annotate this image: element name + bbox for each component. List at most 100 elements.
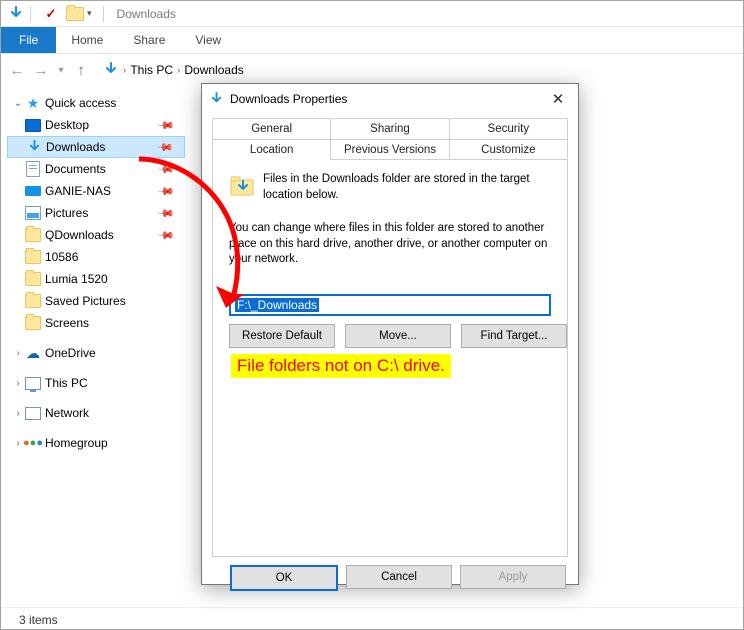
tab-sharing[interactable]: Sharing: [331, 118, 449, 139]
nav-back-icon[interactable]: ←: [5, 58, 29, 82]
pin-icon: 📌: [156, 138, 175, 157]
qat-download-icon: [7, 5, 25, 23]
tree-label: QDownloads: [45, 228, 114, 242]
location-desc-2: You can change where files in this folde…: [229, 221, 551, 268]
ribbon-tab-share[interactable]: Share: [118, 27, 180, 53]
nav-up-icon[interactable]: ↑: [69, 58, 93, 82]
folder-icon: [25, 227, 41, 243]
tree-item-ganie-nas[interactable]: GANIE-NAS 📌: [7, 180, 185, 202]
restore-default-button[interactable]: Restore Default: [229, 324, 335, 348]
tree-item-downloads[interactable]: Downloads 📌: [7, 136, 185, 158]
tab-customize[interactable]: Customize: [450, 139, 568, 160]
ribbon-tab-view[interactable]: View: [180, 27, 236, 53]
tree-label: This PC: [45, 376, 88, 390]
dialog-titlebar[interactable]: Downloads Properties ✕: [202, 84, 578, 114]
pin-icon: 📌: [157, 204, 176, 223]
tree-item-10586[interactable]: 10586: [7, 246, 185, 268]
folder-icon: [25, 249, 41, 265]
qat-dropdown-icon[interactable]: ▾: [87, 8, 92, 19]
folder-icon: [25, 315, 41, 331]
star-icon: ★: [25, 95, 41, 111]
tree-label: OneDrive: [45, 346, 96, 360]
find-target-button[interactable]: Find Target...: [461, 324, 567, 348]
tree-quick-access[interactable]: ⌄ ★ Quick access: [7, 92, 185, 114]
chevron-right-icon[interactable]: ›: [123, 65, 126, 76]
separator: [103, 6, 104, 22]
properties-dialog: Downloads Properties ✕ General Sharing S…: [201, 83, 579, 585]
tab-security[interactable]: Security: [450, 118, 568, 139]
separator: [30, 6, 31, 22]
pin-icon: 📌: [157, 226, 176, 245]
tab-body: Files in the Downloads folder are stored…: [212, 159, 568, 557]
tree-item-pictures[interactable]: Pictures 📌: [7, 202, 185, 224]
cancel-button[interactable]: Cancel: [346, 565, 452, 589]
nas-icon: [25, 183, 41, 199]
dialog-footer: OK Cancel Apply: [202, 557, 578, 599]
breadcrumb-downloads[interactable]: Downloads: [184, 63, 243, 77]
tree-label: Network: [45, 406, 89, 420]
expand-icon[interactable]: ›: [11, 408, 25, 419]
expand-icon[interactable]: ›: [11, 348, 25, 359]
download-folder-icon: [229, 172, 257, 200]
folder-icon: [25, 271, 41, 287]
pin-icon: 📌: [157, 116, 176, 135]
tree-item-screens[interactable]: Screens: [7, 312, 185, 334]
pictures-icon: [25, 205, 41, 221]
tree-label: Quick access: [45, 96, 116, 110]
nav-row: ← → ▾ ↑ › This PC › Downloads: [1, 54, 743, 86]
tree-item-desktop[interactable]: Desktop 📌: [7, 114, 185, 136]
tab-previous-versions[interactable]: Previous Versions: [331, 139, 449, 160]
expand-icon[interactable]: ›: [11, 378, 25, 389]
annotation-note: File folders not on C:\ drive.: [231, 354, 451, 378]
onedrive-icon: ☁: [25, 345, 41, 361]
pc-icon: [25, 375, 41, 391]
download-icon: [208, 91, 224, 107]
tree-label: Pictures: [45, 206, 88, 220]
location-desc-1: Files in the Downloads folder are stored…: [263, 172, 551, 203]
network-icon: [25, 405, 41, 421]
tree-label: Desktop: [45, 118, 89, 132]
tree-network[interactable]: › Network: [7, 402, 185, 424]
chevron-right-icon[interactable]: ›: [177, 65, 180, 76]
qat-folder-icon[interactable]: [66, 5, 84, 23]
ribbon-tab-home[interactable]: Home: [56, 27, 118, 53]
qat-properties-icon[interactable]: ✓: [42, 5, 60, 23]
status-bar: 3 items: [1, 607, 743, 630]
location-path-input[interactable]: F:\_Downloads: [229, 294, 551, 316]
dialog-title: Downloads Properties: [230, 92, 544, 106]
nav-forward-icon: →: [29, 58, 53, 82]
tree-label: Lumia 1520: [45, 272, 108, 286]
tab-general[interactable]: General: [212, 118, 331, 139]
pin-icon: 📌: [157, 160, 176, 179]
apply-button[interactable]: Apply: [460, 565, 566, 589]
tree-label: 10586: [45, 250, 78, 264]
move-button[interactable]: Move...: [345, 324, 451, 348]
download-icon: [26, 139, 42, 155]
location-icon: [103, 62, 119, 78]
tree-this-pc[interactable]: › This PC: [7, 372, 185, 394]
tree-label: Documents: [45, 162, 106, 176]
tree-item-saved-pictures[interactable]: Saved Pictures: [7, 290, 185, 312]
tree-item-qdownloads[interactable]: QDownloads 📌: [7, 224, 185, 246]
tree-onedrive[interactable]: › ☁ OneDrive: [7, 342, 185, 364]
nav-tree: ⌄ ★ Quick access Desktop 📌 Downloads 📌 D…: [1, 86, 185, 607]
file-tab[interactable]: File: [1, 27, 56, 53]
nav-history-icon[interactable]: ▾: [53, 58, 69, 82]
homegroup-icon: ●●●: [25, 435, 41, 451]
tree-label: GANIE-NAS: [45, 184, 111, 198]
dialog-tabs: General Sharing Security Location Previo…: [212, 118, 568, 557]
tree-label: Homegroup: [45, 436, 108, 450]
window-title: Downloads: [117, 7, 176, 21]
close-icon[interactable]: ✕: [544, 90, 572, 108]
breadcrumb-this-pc[interactable]: This PC: [130, 63, 173, 77]
tree-homegroup[interactable]: › ●●● Homegroup: [7, 432, 185, 454]
tree-item-documents[interactable]: Documents 📌: [7, 158, 185, 180]
tab-location[interactable]: Location: [212, 139, 331, 160]
expand-icon[interactable]: ⌄: [11, 98, 25, 109]
document-icon: [25, 161, 41, 177]
explorer-window: ✓ ▾ Downloads File Home Share View ← → ▾…: [0, 0, 744, 630]
tree-item-lumia[interactable]: Lumia 1520: [7, 268, 185, 290]
tree-label: Downloads: [46, 140, 105, 154]
ok-button[interactable]: OK: [230, 565, 338, 591]
address-bar[interactable]: › This PC › Downloads: [99, 59, 739, 82]
